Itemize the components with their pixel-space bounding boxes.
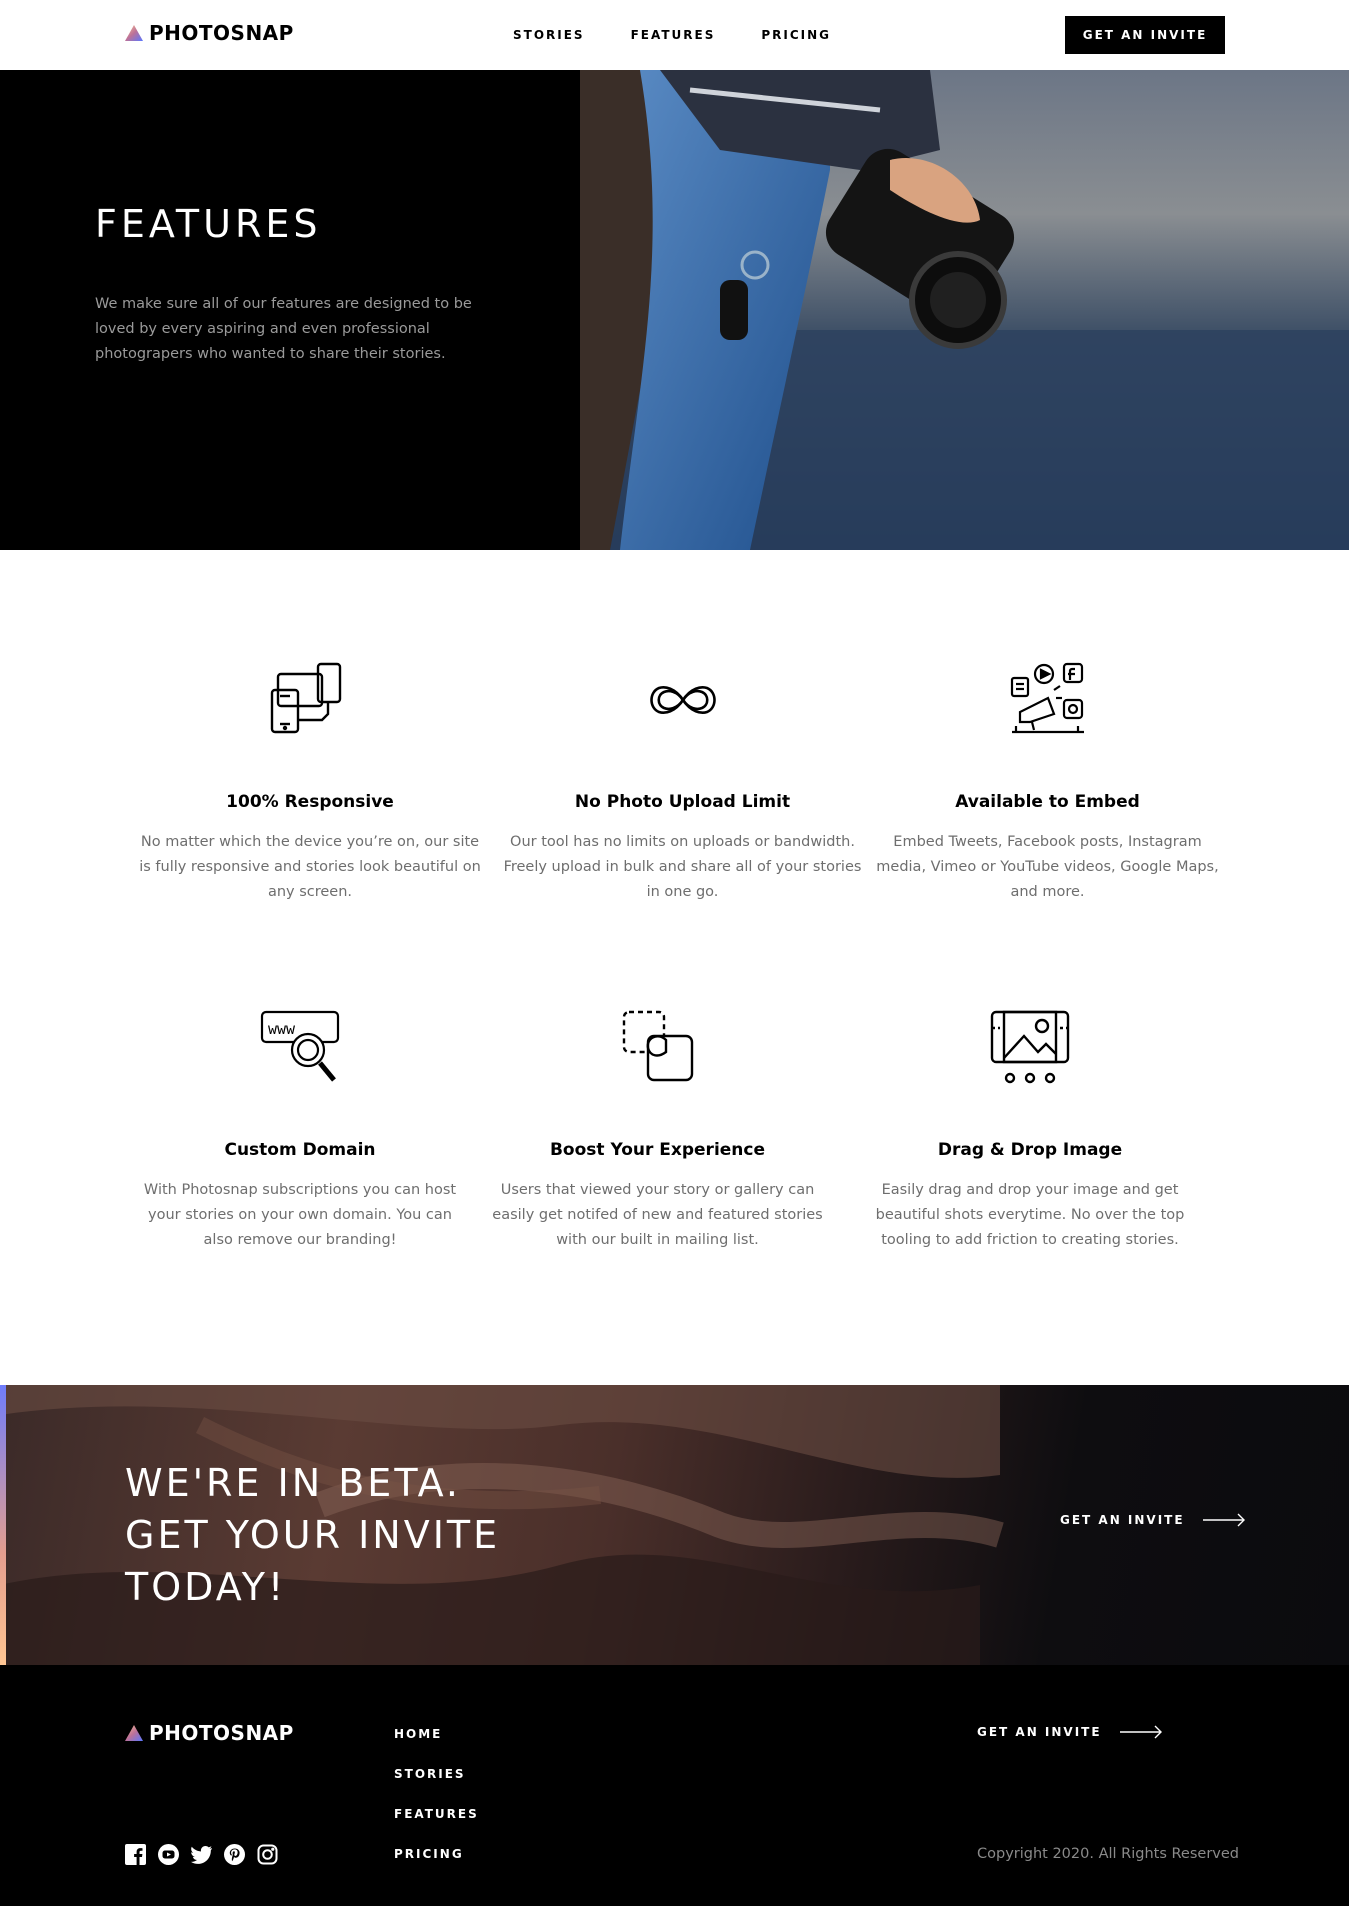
hero-description: We make sure all of our features are des… bbox=[95, 296, 472, 362]
copyright-text: Copyright 2020. All Rights Reserved bbox=[977, 1846, 1239, 1862]
feature-description: Users that viewed your story or gallery … bbox=[492, 1182, 823, 1248]
footer-get-invite-label: GET AN INVITE bbox=[977, 1725, 1102, 1739]
youtube-icon[interactable] bbox=[158, 1844, 179, 1865]
page-title: FEATURES bbox=[95, 202, 322, 246]
feature-title: Available to Embed bbox=[955, 792, 1140, 812]
embed-media-icon bbox=[1010, 662, 1084, 734]
hero-image bbox=[580, 70, 1349, 550]
responsive-devices-icon bbox=[270, 662, 342, 734]
beta-heading-line: WE'RE IN BETA. bbox=[125, 1461, 461, 1505]
feature-title: No Photo Upload Limit bbox=[574, 792, 791, 812]
beta-heading-line: GET YOUR INVITE bbox=[125, 1513, 501, 1557]
main-nav: STORIES FEATURES PRICING bbox=[513, 28, 831, 42]
footer-logo[interactable]: PHOTOSNAP bbox=[125, 1721, 294, 1745]
logo-text: PHOTOSNAP bbox=[149, 21, 294, 45]
feature-card: No Photo Upload Limit Our tool has no li… bbox=[500, 660, 865, 905]
feature-description: With Photosnap subscriptions you can hos… bbox=[143, 1182, 457, 1248]
feature-title: 100% Responsive bbox=[226, 792, 394, 812]
social-links bbox=[125, 1844, 278, 1865]
footer-nav-pricing[interactable]: PRICING bbox=[394, 1847, 479, 1862]
pinterest-icon[interactable] bbox=[224, 1844, 245, 1865]
drag-drop-image-icon bbox=[990, 1010, 1070, 1084]
svg-text:www: www bbox=[268, 1020, 296, 1038]
beta-heading-line: TODAY! bbox=[125, 1565, 287, 1609]
footer-nav-stories[interactable]: STORIES bbox=[394, 1767, 479, 1782]
footer-nav: HOME STORIES FEATURES PRICING bbox=[394, 1727, 479, 1862]
feature-title: Custom Domain bbox=[224, 1140, 376, 1160]
twitter-icon[interactable] bbox=[190, 1844, 212, 1865]
triangle-gradient-icon bbox=[125, 1725, 143, 1741]
nav-pricing[interactable]: PRICING bbox=[761, 28, 831, 42]
logo-text: PHOTOSNAP bbox=[149, 1721, 294, 1745]
site-footer: PHOTOSNAP HOME STORIES FEATURES PRICING … bbox=[0, 1665, 1349, 1906]
feature-card: 100% Responsive No matter which the devi… bbox=[135, 660, 485, 905]
feature-card: www Custom Domain With Photosnap subscri… bbox=[135, 1008, 465, 1253]
facebook-icon[interactable] bbox=[125, 1844, 146, 1865]
feature-description: Easily drag and drop your image and get … bbox=[875, 1182, 1185, 1248]
footer-get-invite-link[interactable]: GET AN INVITE bbox=[977, 1725, 1162, 1739]
footer-nav-home[interactable]: HOME bbox=[394, 1727, 479, 1742]
feature-title: Boost Your Experience bbox=[549, 1140, 766, 1160]
photographer-holding-camera-photo bbox=[580, 70, 1349, 550]
feature-card: Boost Your Experience Users that viewed … bbox=[480, 1008, 835, 1253]
beta-heading: WE'RE IN BETA. GET YOUR INVITE TODAY! bbox=[125, 1457, 500, 1613]
infinity-icon bbox=[649, 686, 716, 714]
footer-nav-features[interactable]: FEATURES bbox=[394, 1807, 479, 1822]
triangle-gradient-icon bbox=[125, 25, 143, 41]
nav-stories[interactable]: STORIES bbox=[513, 28, 585, 42]
get-invite-button[interactable]: GET AN INVITE bbox=[1065, 16, 1225, 54]
arrow-right-icon bbox=[1119, 1725, 1162, 1739]
beta-get-invite-link[interactable]: GET AN INVITE bbox=[1060, 1513, 1245, 1527]
feature-card: Drag & Drop Image Easily drag and drop y… bbox=[855, 1008, 1205, 1253]
arrow-right-icon bbox=[1202, 1513, 1245, 1527]
beta-get-invite-label: GET AN INVITE bbox=[1060, 1513, 1185, 1527]
feature-title: Drag & Drop Image bbox=[937, 1140, 1123, 1160]
gradient-accent-bar bbox=[0, 1385, 6, 1665]
boost-experience-icon bbox=[622, 1010, 693, 1082]
instagram-icon[interactable] bbox=[257, 1844, 278, 1865]
feature-description: No matter which the device you’re on, ou… bbox=[139, 834, 481, 900]
nav-features[interactable]: FEATURES bbox=[631, 28, 716, 42]
custom-domain-icon: www bbox=[260, 1010, 340, 1082]
feature-description: Embed Tweets, Facebook posts, Instagram … bbox=[876, 834, 1219, 900]
site-header: PHOTOSNAP STORIES FEATURES PRICING GET A… bbox=[0, 0, 1349, 70]
beta-invite-section: WE'RE IN BETA. GET YOUR INVITE TODAY! GE… bbox=[0, 1385, 1349, 1665]
logo[interactable]: PHOTOSNAP bbox=[125, 21, 294, 45]
hero-section: FEATURES We make sure all of our feature… bbox=[0, 70, 1349, 550]
feature-card: Available to Embed Embed Tweets, Faceboo… bbox=[875, 660, 1220, 905]
feature-description: Our tool has no limits on uploads or ban… bbox=[503, 834, 862, 900]
